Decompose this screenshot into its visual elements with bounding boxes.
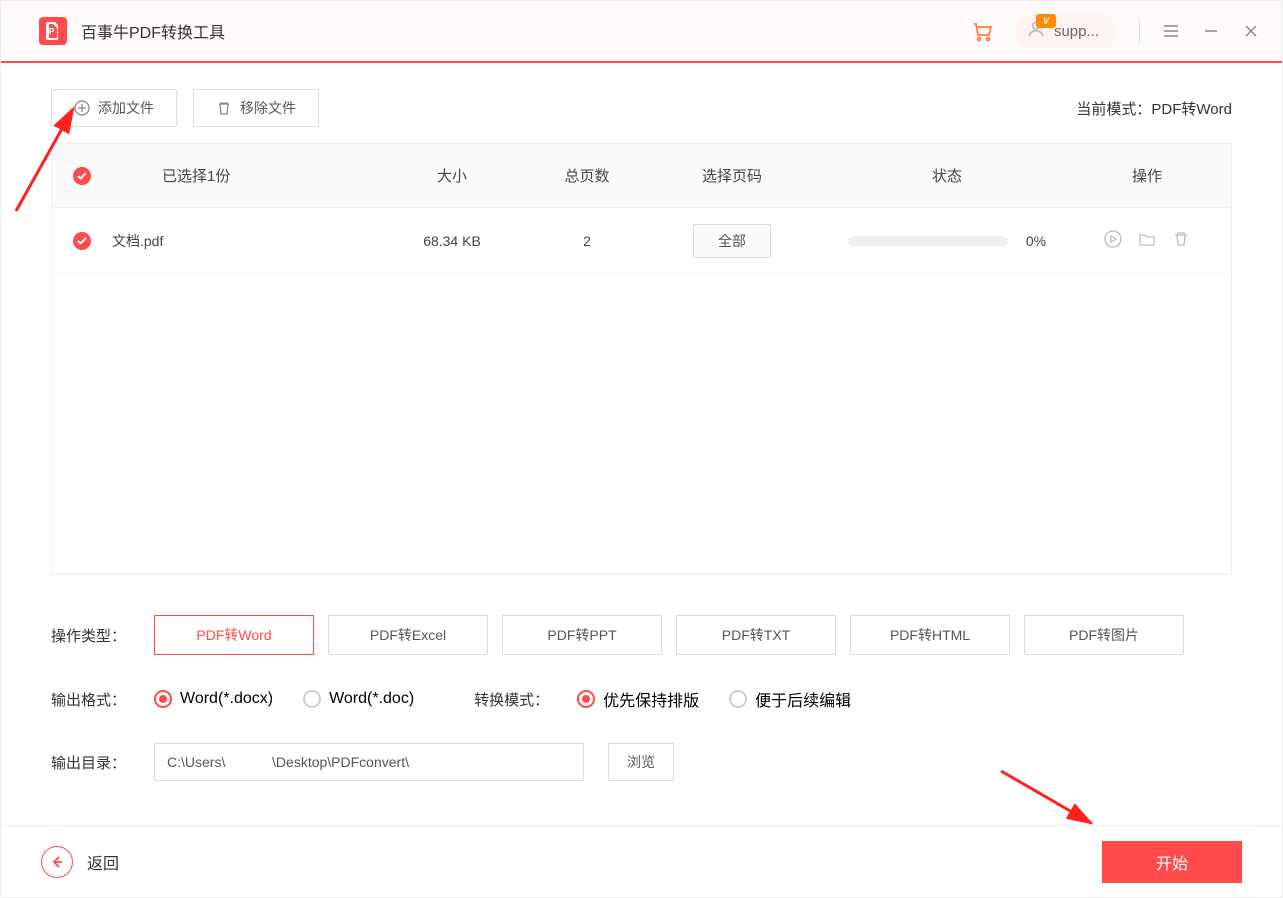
- type-pdf-ppt[interactable]: PDF转PPT: [502, 615, 662, 655]
- start-button[interactable]: 开始: [1102, 841, 1242, 883]
- type-pdf-image[interactable]: PDF转图片: [1024, 615, 1184, 655]
- app-window: P 百事牛PDF转换工具 V supp...: [0, 0, 1283, 898]
- menu-icon[interactable]: [1162, 22, 1180, 40]
- col-page-select: 选择页码: [642, 165, 822, 186]
- type-pdf-txt[interactable]: PDF转TXT: [676, 615, 836, 655]
- add-file-button[interactable]: 添加文件: [51, 89, 177, 127]
- col-ops: 操作: [1072, 165, 1222, 186]
- col-size: 大小: [372, 165, 532, 186]
- progress-text: 0%: [1026, 233, 1046, 249]
- folder-icon[interactable]: [1138, 230, 1156, 251]
- row-checkbox[interactable]: [73, 232, 91, 250]
- file-size: 68.34 KB: [372, 233, 532, 249]
- vip-badge: V: [1036, 14, 1056, 28]
- header: P 百事牛PDF转换工具 V supp...: [1, 1, 1282, 63]
- mode-layout[interactable]: 优先保持排版: [577, 687, 699, 711]
- delete-icon[interactable]: [1172, 230, 1190, 251]
- format-label: 输出格式：: [51, 689, 126, 710]
- convert-mode-label: 转换模式：: [474, 689, 549, 710]
- radio-icon: [154, 690, 172, 708]
- file-pages: 2: [532, 233, 642, 249]
- dir-label: 输出目录：: [51, 752, 126, 773]
- svg-text:P: P: [49, 27, 55, 36]
- remove-file-button[interactable]: 移除文件: [193, 89, 319, 127]
- type-pdf-html[interactable]: PDF转HTML: [850, 615, 1010, 655]
- options-panel: 操作类型： PDF转Word PDF转Excel PDF转PPT PDF转TXT…: [1, 575, 1282, 813]
- user-icon: V: [1026, 19, 1046, 44]
- app-logo: P: [39, 17, 67, 45]
- back-arrow-icon: [41, 846, 73, 878]
- progress-bar: [848, 236, 1008, 246]
- current-mode-label: 当前模式：PDF转Word: [1076, 98, 1232, 119]
- select-all-checkbox[interactable]: [73, 167, 91, 185]
- col-status: 状态: [822, 165, 1072, 186]
- plus-circle-icon: [74, 100, 90, 116]
- page-select-button[interactable]: 全部: [693, 224, 771, 258]
- minimize-icon[interactable]: [1202, 22, 1220, 40]
- user-name: supp...: [1054, 23, 1099, 40]
- file-table: 已选择1份 大小 总页数 选择页码 状态 操作 文档.pdf 68.34 KB …: [51, 143, 1232, 575]
- browse-button[interactable]: 浏览: [608, 743, 674, 781]
- radio-icon: [729, 690, 747, 708]
- radio-icon: [303, 690, 321, 708]
- col-pages: 总页数: [532, 165, 642, 186]
- type-pdf-excel[interactable]: PDF转Excel: [328, 615, 488, 655]
- close-icon[interactable]: [1242, 22, 1260, 40]
- toolbar: 添加文件 移除文件 当前模式：PDF转Word: [1, 63, 1282, 143]
- table-row: 文档.pdf 68.34 KB 2 全部 0%: [52, 208, 1231, 274]
- type-pdf-word[interactable]: PDF转Word: [154, 615, 314, 655]
- format-docx[interactable]: Word(*.docx): [154, 690, 273, 708]
- table-header: 已选择1份 大小 总页数 选择页码 状态 操作: [52, 144, 1231, 208]
- trash-icon: [216, 100, 232, 116]
- format-doc[interactable]: Word(*.doc): [303, 690, 414, 708]
- cart-icon[interactable]: [970, 19, 994, 43]
- col-selected: 已选择1份: [112, 165, 372, 186]
- mode-edit[interactable]: 便于后续编辑: [729, 687, 851, 711]
- radio-icon: [577, 690, 595, 708]
- play-icon[interactable]: [1104, 230, 1122, 251]
- divider: [1139, 19, 1140, 43]
- app-title: 百事牛PDF转换工具: [81, 19, 225, 43]
- type-label: 操作类型：: [51, 625, 126, 646]
- file-name: 文档.pdf: [112, 231, 372, 251]
- footer: 返回 开始: [1, 825, 1282, 897]
- output-dir-input[interactable]: [154, 743, 584, 781]
- user-area[interactable]: V supp...: [1016, 14, 1117, 49]
- back-button[interactable]: 返回: [41, 846, 119, 878]
